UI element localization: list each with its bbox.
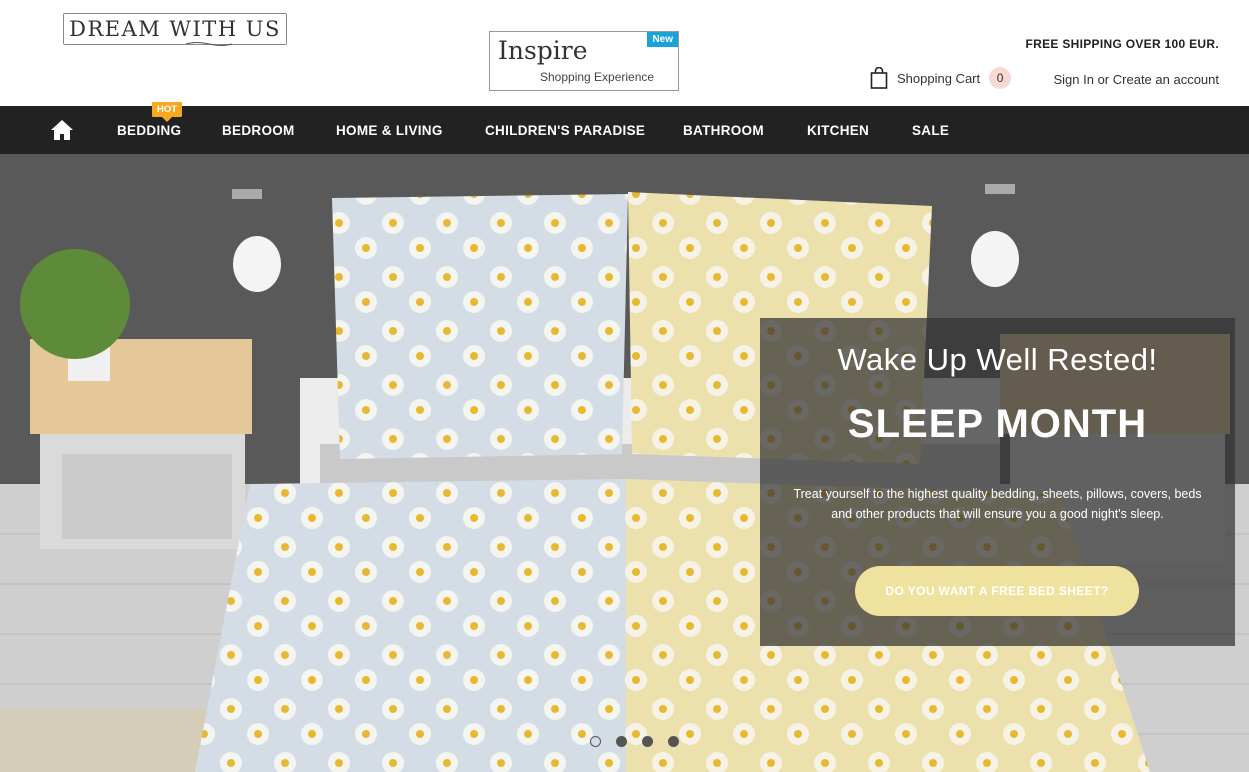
nav-item-kitchen[interactable]: KITCHEN: [807, 123, 869, 138]
slider-dot-2[interactable]: [616, 736, 627, 747]
create-account-link[interactable]: Create an account: [1113, 72, 1219, 87]
free-shipping-notice: FREE SHIPPING OVER 100 EUR.: [1025, 37, 1219, 51]
cart-count-badge: 0: [989, 67, 1012, 89]
inspire-banner[interactable]: Inspire Shopping Experience New: [489, 31, 679, 91]
site-logo[interactable]: DREAM WITH US: [63, 13, 287, 46]
inspire-subtitle: Shopping Experience: [540, 70, 655, 84]
inspire-word: Inspire: [498, 36, 588, 65]
cart-label: Shopping Cart: [897, 70, 981, 86]
nav-item-bathroom[interactable]: BATHROOM: [683, 123, 764, 138]
promo-title: SLEEP MONTH: [847, 402, 1148, 446]
account-links: Sign In or Create an account: [1053, 72, 1219, 87]
slider-dot-3[interactable]: [642, 736, 653, 747]
nav-item-sale[interactable]: SALE: [912, 123, 949, 138]
logo-text: DREAM WITH US: [69, 17, 281, 41]
logo-flourish-icon: [185, 42, 233, 46]
promo-tagline: Wake Up Well Rested!: [837, 342, 1158, 377]
nav-item-bedroom[interactable]: BEDROOM: [222, 123, 295, 138]
shopping-cart[interactable]: Shopping Cart 0: [870, 67, 1012, 89]
new-badge: New: [647, 32, 678, 47]
home-icon[interactable]: [50, 119, 74, 141]
nav-item-home-living[interactable]: HOME & LIVING: [336, 123, 443, 138]
site-header: DREAM WITH US Inspire Shopping Experienc…: [0, 0, 1249, 106]
or-text: or: [1097, 72, 1110, 87]
nav-item-bedding[interactable]: BEDDING: [117, 123, 181, 138]
nav-item-childrens-paradise[interactable]: CHILDREN'S PARADISE: [485, 123, 645, 138]
slider-dot-1[interactable]: [590, 736, 601, 747]
slider-dot-4[interactable]: [668, 736, 679, 747]
hot-badge: HOT: [152, 102, 183, 122]
free-bed-sheet-button[interactable]: DO YOU WANT A FREE BED SHEET?: [855, 566, 1139, 616]
hero-slider: Wake Up Well Rested! SLEEP MONTH Treat y…: [0, 154, 1249, 772]
promo-text: Treat yourself to the highest quality be…: [793, 487, 1202, 521]
slider-dots: [590, 736, 694, 747]
main-navigation: HOT BEDDING BEDROOM HOME & LIVING CHILDR…: [0, 102, 1249, 154]
shopping-bag-icon: [870, 67, 888, 89]
promo-overlay: Wake Up Well Rested! SLEEP MONTH Treat y…: [760, 318, 1235, 646]
sign-in-link[interactable]: Sign In: [1053, 72, 1093, 87]
